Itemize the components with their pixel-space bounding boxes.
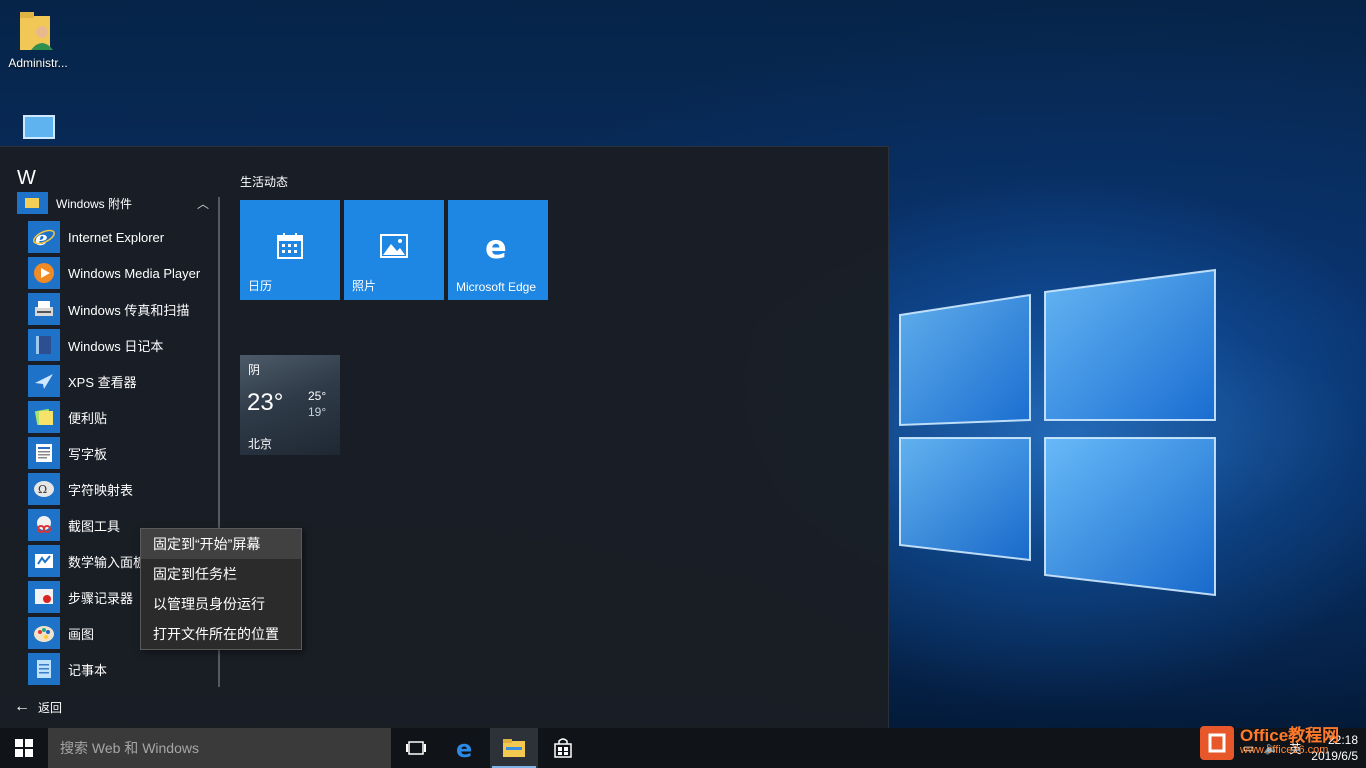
app-label: Windows 传真和扫描 — [68, 302, 190, 318]
app-label: Internet Explorer — [68, 229, 165, 245]
weather-condition: 阴 — [248, 363, 261, 377]
weather-temperature: 23° — [247, 389, 284, 416]
internet-explorer-icon: e — [28, 221, 60, 253]
app-label: Windows 日记本 — [68, 338, 164, 354]
app-character-map[interactable]: Ω 字符映射表 — [28, 471, 218, 507]
notepad-icon — [28, 653, 60, 685]
app-windows-fax-scan[interactable]: Windows 传真和扫描 — [28, 291, 218, 327]
taskbar-file-explorer-button[interactable] — [490, 728, 538, 768]
app-label: 写字板 — [68, 446, 108, 462]
desktop-icon-label: Administr... — [8, 56, 68, 70]
back-button[interactable]: ← 返回 — [14, 696, 62, 718]
start-button[interactable] — [0, 728, 48, 768]
app-label: 数学输入面板 — [68, 554, 147, 570]
group-windows-accessories[interactable]: Windows 附件 ︿ — [17, 191, 217, 215]
office-logo-icon — [1200, 726, 1234, 760]
wordpad-icon — [28, 437, 60, 469]
character-map-icon: Ω — [28, 473, 60, 505]
svg-text:e: e — [485, 230, 507, 262]
app-wordpad[interactable]: 写字板 — [28, 435, 218, 471]
tile-weather[interactable]: 阴 23° 25° 19° 北京 — [240, 355, 340, 455]
letter-header[interactable]: W — [17, 167, 36, 190]
weather-city: 北京 — [248, 437, 273, 451]
tile-calendar[interactable]: 日历 — [240, 200, 340, 300]
app-sticky-notes[interactable]: 便利贴 — [28, 399, 218, 435]
journal-icon — [28, 329, 60, 361]
app-label: 记事本 — [68, 662, 108, 678]
sticky-notes-icon — [28, 401, 60, 433]
start-menu: W Windows 附件 ︿ e Internet Explorer Windo… — [0, 146, 889, 729]
weather-low: 19° — [308, 405, 327, 419]
taskbar-edge-button[interactable]: e — [442, 728, 490, 768]
app-label: 步骤记录器 — [68, 590, 134, 606]
app-label: XPS 查看器 — [68, 374, 137, 390]
file-explorer-icon — [503, 739, 525, 757]
tile-microsoft-edge[interactable]: e Microsoft Edge — [448, 200, 548, 300]
context-menu: 固定到“开始”屏幕 固定到任务栏 以管理员身份运行 打开文件所在的位置 — [140, 528, 302, 650]
edge-icon: e — [456, 736, 472, 760]
xps-viewer-icon — [28, 365, 60, 397]
fax-scan-icon — [28, 293, 60, 325]
taskbar: 搜索 Web 和 Windows e ^ ▭ 🔈 英 22:18 — [0, 728, 1366, 768]
app-label: 字符映射表 — [68, 482, 134, 498]
app-notepad[interactable]: 记事本 — [28, 651, 218, 687]
arrow-left-icon: ← — [14, 698, 30, 715]
app-xps-viewer[interactable]: XPS 查看器 — [28, 363, 218, 399]
math-input-icon — [28, 545, 60, 577]
media-player-icon — [28, 257, 60, 289]
app-label: 便利贴 — [68, 410, 108, 426]
photos-icon — [380, 234, 408, 258]
watermark-url: www.office26.com — [1240, 744, 1329, 756]
paint-icon — [28, 617, 60, 649]
task-view-icon — [406, 741, 426, 755]
tile-label: 日历 — [248, 279, 273, 293]
task-view-button[interactable] — [392, 728, 440, 768]
app-windows-media-player[interactable]: Windows Media Player — [28, 255, 218, 291]
taskbar-store-button[interactable] — [539, 728, 587, 768]
svg-text:e: e — [456, 736, 472, 760]
app-label: 画图 — [68, 626, 95, 642]
edge-icon: e — [485, 230, 507, 262]
watermark-title: Office教程网 — [1240, 726, 1340, 745]
app-label: Windows Media Player — [68, 265, 201, 281]
menu-item-open-file-location[interactable]: 打开文件所在的位置 — [141, 619, 301, 649]
windows-logo-wallpaper — [899, 268, 1216, 597]
menu-item-pin-to-start[interactable]: 固定到“开始”屏幕 — [141, 529, 301, 559]
menu-item-run-as-admin[interactable]: 以管理员身份运行 — [141, 589, 301, 619]
tile-label: Microsoft Edge — [456, 280, 537, 294]
chevron-up-icon: ︿ — [196, 196, 209, 211]
back-label: 返回 — [38, 700, 63, 715]
watermark: Office教程网 www.office26.com — [1200, 718, 1366, 768]
steps-recorder-icon — [28, 581, 60, 613]
app-windows-journal[interactable]: Windows 日记本 — [28, 327, 218, 363]
snipping-tool-icon — [28, 509, 60, 541]
calendar-icon — [277, 233, 303, 259]
app-label: 截图工具 — [68, 518, 121, 534]
folder-icon — [17, 192, 48, 214]
search-box[interactable]: 搜索 Web 和 Windows — [48, 728, 391, 768]
svg-text:e: e — [35, 226, 48, 249]
tiles-section-title: 生活动态 — [240, 175, 289, 189]
store-icon — [554, 738, 572, 758]
desktop-icon-administrator[interactable]: Administr... — [0, 10, 76, 70]
svg-text:Ω: Ω — [38, 483, 47, 496]
app-internet-explorer[interactable]: e Internet Explorer — [28, 219, 218, 255]
group-label: Windows 附件 — [56, 196, 133, 211]
menu-item-pin-to-taskbar[interactable]: 固定到任务栏 — [141, 559, 301, 589]
windows-start-icon — [15, 739, 33, 757]
tile-photos[interactable]: 照片 — [344, 200, 444, 300]
tile-label: 照片 — [352, 279, 377, 293]
user-folder-icon — [18, 10, 58, 52]
weather-high: 25° — [308, 389, 327, 403]
